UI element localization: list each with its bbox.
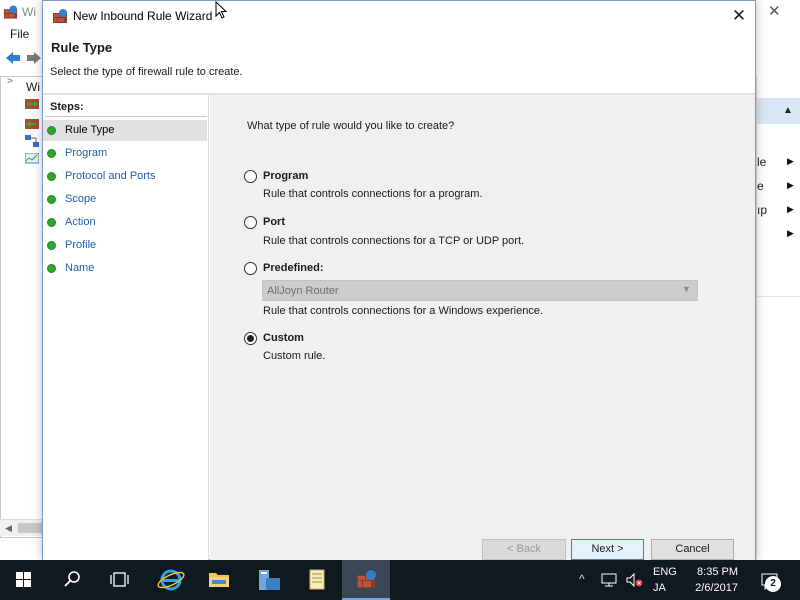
submenu-arrow-icon: ▶ bbox=[787, 180, 794, 190]
option-title-program[interactable]: Program bbox=[263, 170, 308, 182]
console-tree-pane: Wi bbox=[0, 76, 45, 538]
option-description-predefined: Rule that controls connections for a Win… bbox=[263, 305, 544, 317]
input-language-indicator[interactable]: ENG JA bbox=[653, 564, 679, 596]
firewall-app-icon bbox=[3, 5, 18, 19]
inbound-rules-icon[interactable] bbox=[25, 97, 39, 109]
actions-header[interactable]: ▲ bbox=[757, 98, 800, 124]
monitoring-icon[interactable] bbox=[25, 153, 39, 165]
cancel-button[interactable]: Cancel bbox=[651, 539, 734, 560]
radio-predefined[interactable] bbox=[244, 262, 257, 275]
new-inbound-rule-wizard-dialog: New Inbound Rule Wizard ✕ Rule Type Sele… bbox=[42, 0, 756, 560]
connection-security-rules-icon[interactable] bbox=[25, 135, 39, 147]
step-name[interactable]: Name bbox=[43, 258, 207, 279]
scroll-left-icon[interactable]: ◀ bbox=[5, 523, 12, 534]
action-item[interactable]: e ▶ bbox=[757, 177, 800, 195]
close-icon[interactable]: ✕ bbox=[768, 2, 784, 20]
step-scope[interactable]: Scope bbox=[43, 189, 207, 210]
radio-program[interactable] bbox=[244, 170, 257, 183]
action-item[interactable]: le ▶ bbox=[757, 153, 800, 171]
internet-explorer-icon bbox=[157, 569, 185, 591]
network-icon[interactable] bbox=[600, 572, 620, 588]
back-button[interactable]: < Back bbox=[482, 539, 566, 560]
divider bbox=[45, 116, 207, 117]
chevron-down-icon: ▼ bbox=[682, 284, 691, 294]
windows-logo-icon bbox=[16, 572, 31, 587]
mouse-cursor-icon bbox=[215, 1, 228, 19]
submenu-arrow-icon: ▶ bbox=[787, 156, 794, 166]
server-manager-icon bbox=[259, 570, 280, 590]
notification-count-badge[interactable]: 2 bbox=[765, 576, 781, 592]
step-protocol-and-ports[interactable]: Protocol and Ports bbox=[43, 166, 207, 187]
option-title-custom[interactable]: Custom bbox=[263, 332, 304, 344]
option-description-program: Rule that controls connections for a pro… bbox=[263, 188, 483, 200]
chevron-right-icon[interactable]: > bbox=[7, 76, 13, 87]
firewall-taskbar-button[interactable] bbox=[342, 560, 390, 600]
scrollbar-thumb[interactable] bbox=[18, 523, 45, 533]
notepad-icon bbox=[309, 569, 325, 590]
horizontal-scrollbar[interactable]: ◀ bbox=[0, 519, 45, 536]
wizard-header: Rule Type Select the type of firewall ru… bbox=[43, 31, 755, 93]
steps-title: Steps: bbox=[50, 101, 84, 113]
step-status-dot-icon bbox=[47, 126, 56, 135]
submenu-arrow-icon: ▶ bbox=[787, 204, 794, 214]
search-button[interactable] bbox=[48, 560, 94, 600]
step-status-dot-icon bbox=[47, 218, 56, 227]
background-toolbar bbox=[0, 47, 45, 69]
predefined-rule-select[interactable]: AllJoyn Router ▼ bbox=[262, 280, 698, 301]
collapse-up-icon[interactable]: ▲ bbox=[783, 105, 793, 116]
step-status-dot-icon bbox=[47, 241, 56, 250]
close-icon[interactable]: ✕ bbox=[728, 5, 750, 27]
internet-explorer-taskbar-button[interactable] bbox=[148, 560, 194, 600]
task-view-button[interactable] bbox=[96, 560, 142, 600]
taskbar: ^ ENG JA 8:35 PM 2/6/2017 bbox=[0, 560, 800, 600]
step-program[interactable]: Program bbox=[43, 143, 207, 164]
predefined-select-value: AllJoyn Router bbox=[267, 285, 339, 297]
background-window-title: Wi bbox=[22, 5, 36, 19]
start-button[interactable] bbox=[0, 560, 46, 600]
radio-port[interactable] bbox=[244, 216, 257, 229]
volume-muted-icon[interactable] bbox=[625, 572, 643, 588]
tree-root-label[interactable]: Wi bbox=[26, 80, 40, 94]
steps-pane: Steps: Rule Type Program Protocol and Po… bbox=[43, 95, 209, 560]
step-status-dot-icon bbox=[47, 149, 56, 158]
step-status-dot-icon bbox=[47, 264, 56, 273]
page-title: Rule Type bbox=[51, 40, 113, 55]
outbound-rules-icon[interactable] bbox=[25, 117, 39, 129]
search-icon bbox=[64, 571, 80, 587]
wizard-title: New Inbound Rule Wizard bbox=[73, 9, 213, 23]
step-rule-type: Rule Type bbox=[43, 120, 207, 141]
wizard-content: What type of rule would you like to crea… bbox=[210, 95, 755, 560]
step-action[interactable]: Action bbox=[43, 212, 207, 233]
actions-pane: ▲ le ▶ e ▶ ıp ▶ ▶ bbox=[756, 76, 800, 560]
show-hidden-icons-chevron-icon[interactable]: ^ bbox=[579, 572, 585, 586]
radio-custom[interactable] bbox=[244, 332, 257, 345]
folder-icon bbox=[209, 573, 229, 587]
divider bbox=[757, 296, 800, 297]
wizard-titlebar[interactable]: New Inbound Rule Wizard ✕ bbox=[43, 1, 755, 31]
rule-type-question: What type of rule would you like to crea… bbox=[247, 120, 455, 132]
step-profile[interactable]: Profile bbox=[43, 235, 207, 256]
action-item[interactable]: ▶ bbox=[757, 225, 800, 243]
option-title-port[interactable]: Port bbox=[263, 216, 285, 228]
option-description-custom: Custom rule. bbox=[263, 350, 326, 362]
firewall-app-icon bbox=[357, 570, 376, 588]
back-arrow-icon[interactable] bbox=[5, 51, 21, 65]
option-description-port: Rule that controls connections for a TCP… bbox=[263, 235, 525, 247]
server-manager-taskbar-button[interactable] bbox=[246, 560, 292, 600]
step-status-dot-icon bbox=[47, 172, 56, 181]
menu-file[interactable]: File bbox=[10, 27, 29, 41]
firewall-app-icon bbox=[53, 9, 67, 23]
action-item[interactable]: ıp ▶ bbox=[757, 201, 800, 219]
task-view-icon bbox=[110, 572, 129, 587]
step-status-dot-icon bbox=[47, 195, 56, 204]
submenu-arrow-icon: ▶ bbox=[787, 228, 794, 238]
option-title-predefined[interactable]: Predefined: bbox=[263, 262, 324, 274]
file-explorer-taskbar-button[interactable] bbox=[196, 560, 242, 600]
forward-arrow-icon[interactable] bbox=[26, 51, 42, 65]
next-button[interactable]: Next > bbox=[571, 539, 644, 560]
page-subtitle: Select the type of firewall rule to crea… bbox=[50, 66, 243, 78]
system-clock[interactable]: 8:35 PM 2/6/2017 bbox=[690, 564, 738, 596]
notepad-taskbar-button[interactable] bbox=[294, 560, 340, 600]
